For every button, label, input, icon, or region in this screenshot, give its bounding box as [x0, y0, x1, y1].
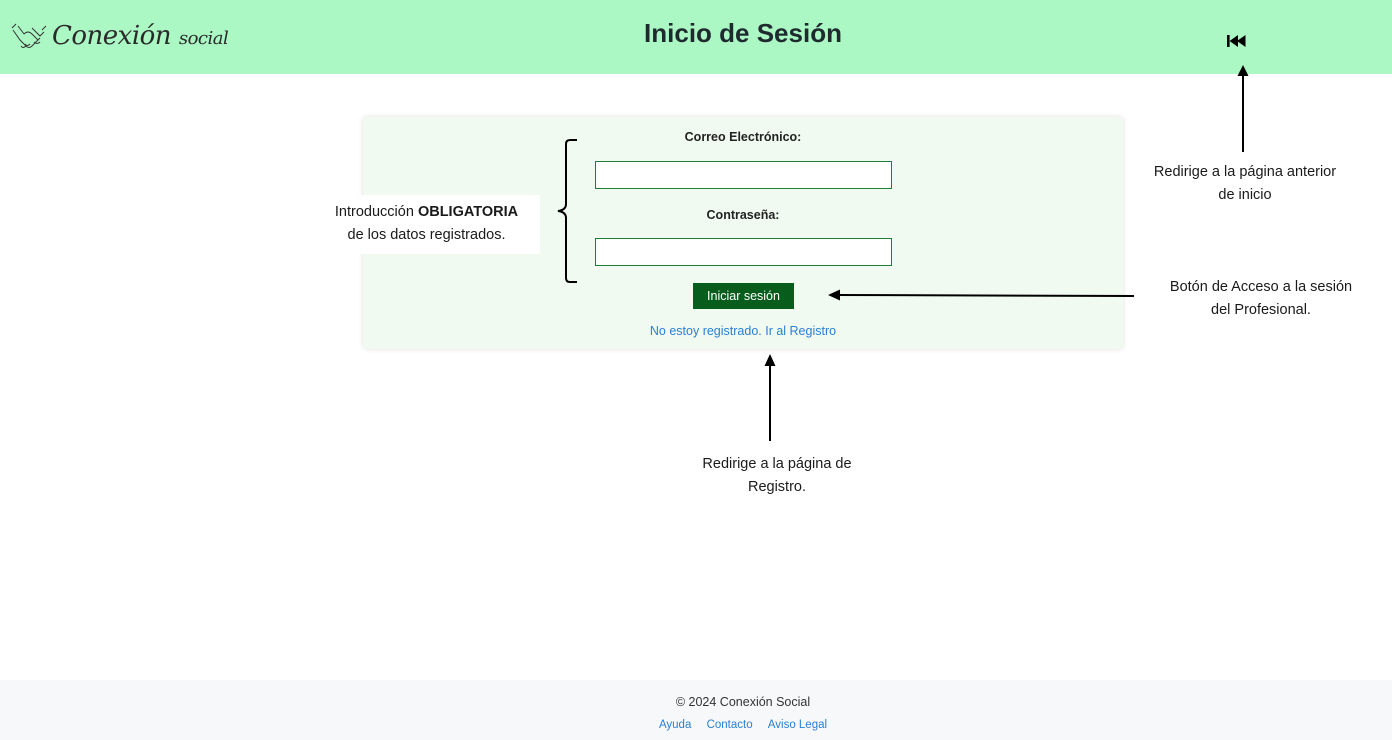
page-title: Inicio de Sesión [644, 18, 842, 48]
page-footer: © 2024 Conexión Social Ayuda Contacto Av… [0, 680, 1392, 740]
annotation-back-line2: de inicio [1218, 187, 1272, 203]
email-field[interactable] [595, 161, 892, 189]
annotation-required-line2: de los datos registrados. [347, 227, 506, 243]
email-label: Correo Electrónico: [684, 130, 802, 144]
footer-link-help[interactable]: Ayuda [659, 719, 691, 731]
arrow-back [1237, 65, 1249, 152]
app-header: Conexión social Inicio de Sesión [0, 0, 1392, 74]
footer-link-contact[interactable]: Contacto [707, 719, 753, 731]
annotation-register: Redirige a la página de Registro. [686, 453, 868, 499]
annotation-overlay [557, 65, 1249, 441]
footer-link-legal[interactable]: Aviso Legal [768, 719, 827, 731]
register-link[interactable]: No estoy registrado. Ir al Registro [363, 324, 1123, 338]
annotation-required-prefix: Introducción [334, 204, 418, 220]
annotation-back-line1: Redirige a la página anterior [1153, 164, 1337, 180]
annotation-register-line2: Registro. [747, 479, 807, 495]
password-field[interactable] [595, 238, 892, 266]
login-button[interactable]: Iniciar sesión [693, 283, 794, 309]
footer-links: Ayuda Contacto Aviso Legal [0, 719, 1392, 731]
annotation-login: Botón de Acceso a la sesión del Profesio… [1155, 276, 1367, 322]
arrow-register [764, 354, 776, 441]
annotation-required-fields: Introducción OBLIGATORIA de los datos re… [313, 195, 540, 254]
annotation-back: Redirige a la página anterior de inicio [1140, 161, 1350, 207]
annotation-login-line1: Botón de Acceso a la sesión [1169, 279, 1353, 295]
annotation-login-line2: del Profesional. [1211, 302, 1311, 318]
skip-back-icon[interactable] [1226, 33, 1248, 49]
annotation-required-bold: OBLIGATORIA [417, 204, 519, 220]
copyright-text: © 2024 Conexión Social [675, 695, 811, 709]
annotation-register-line1: Redirige a la página de [702, 456, 852, 472]
